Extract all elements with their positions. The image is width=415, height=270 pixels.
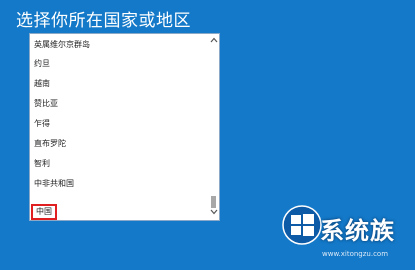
list-item-zambia[interactable]: 赞比亚	[30, 95, 207, 113]
watermark-text: 系统族	[320, 217, 395, 245]
list-item-label: 约旦	[34, 59, 50, 68]
list-item-british-virgin-islands[interactable]: 英属维尔京群岛	[30, 36, 207, 54]
watermark-url: www.xitongzu.com	[322, 250, 389, 258]
country-listbox[interactable]: 英属维尔京群岛 约旦 越南 赞比亚 乍得 直布罗陀 智利 中非共和国 中国	[29, 33, 220, 221]
page-title: 选择你所在国家或地区	[16, 11, 191, 31]
list-item-gibraltar[interactable]: 直布罗陀	[30, 135, 207, 153]
watermark: 系统族 www.xitongzu.com	[282, 203, 415, 270]
list-item-china[interactable]: 中国	[30, 203, 207, 220]
list-item-label: 直布罗陀	[34, 139, 66, 148]
list-item-label: 越南	[34, 79, 50, 88]
list-item-chad[interactable]: 乍得	[30, 115, 207, 133]
list-item-label: 智利	[34, 159, 50, 168]
list-item-central-african-republic[interactable]: 中非共和国	[30, 175, 207, 193]
chevron-up-icon[interactable]	[208, 35, 219, 47]
chevron-down-icon[interactable]	[208, 207, 219, 219]
list-item-label: 赞比亚	[34, 99, 58, 108]
list-item-chile[interactable]: 智利	[30, 155, 207, 173]
list-item-vietnam[interactable]: 越南	[30, 75, 207, 93]
list-item-label: 英属维尔京群岛	[34, 40, 90, 49]
list-item-label: 中非共和国	[34, 179, 74, 188]
list-item-label: 乍得	[34, 119, 50, 128]
list-scrollbar[interactable]	[208, 34, 219, 220]
list-item-jordan[interactable]: 约旦	[30, 55, 207, 73]
country-list: 英属维尔京群岛 约旦 越南 赞比亚 乍得 直布罗陀 智利 中非共和国 中国	[30, 34, 207, 220]
list-item-label-selected: 中国	[31, 204, 57, 220]
windows-logo-icon	[282, 205, 322, 245]
